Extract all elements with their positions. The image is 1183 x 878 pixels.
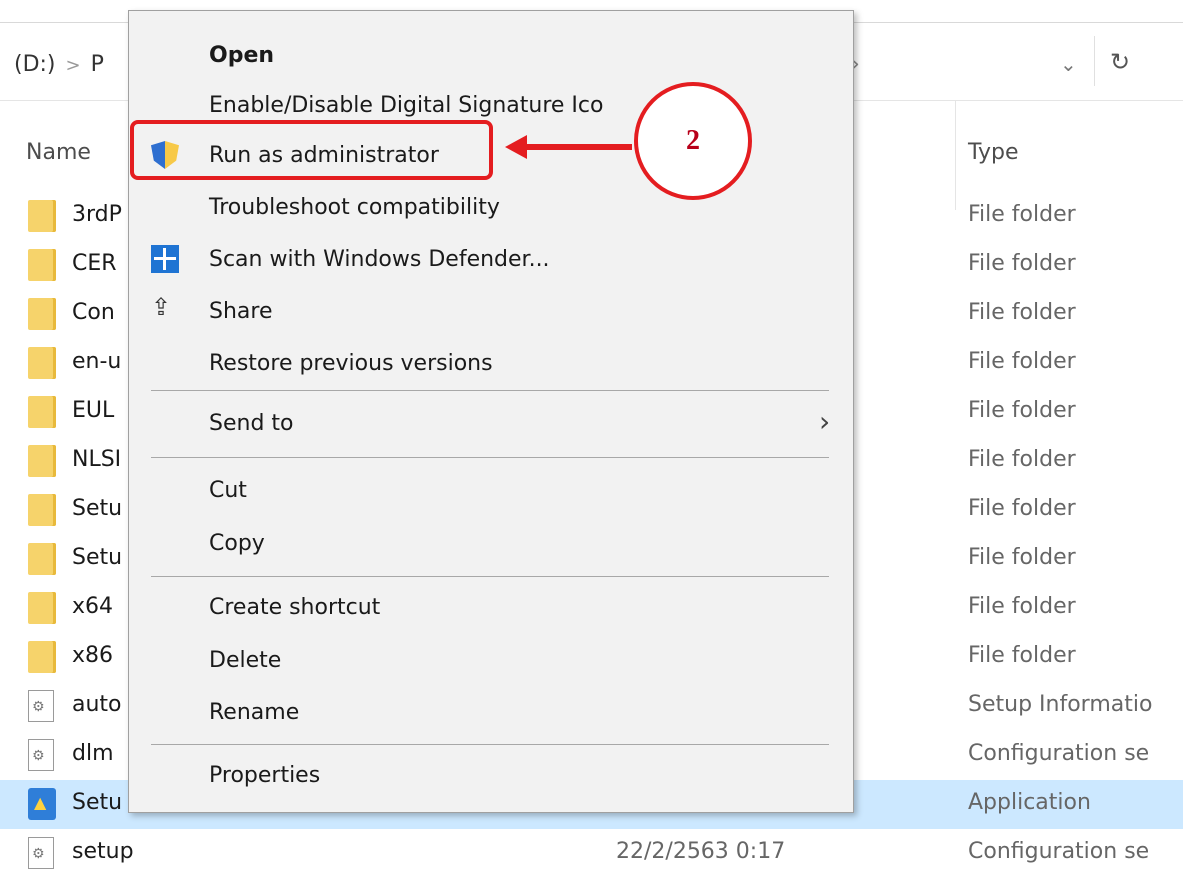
folder-icon xyxy=(28,396,56,428)
menu-item-label: Copy xyxy=(209,531,265,556)
file-type: Application xyxy=(968,790,1091,815)
file-type: File folder xyxy=(968,300,1076,325)
settings-file-icon xyxy=(28,690,54,722)
settings-file-icon xyxy=(28,739,54,771)
file-name: x86 xyxy=(72,643,114,668)
file-type: File folder xyxy=(968,447,1076,472)
annotation-highlight-box xyxy=(130,120,493,180)
menu-item-send-to[interactable]: Send to › xyxy=(129,399,853,449)
annotation-arrow-icon xyxy=(505,135,527,159)
file-type: File folder xyxy=(968,594,1076,619)
breadcrumb-separator: > xyxy=(65,55,81,76)
folder-icon xyxy=(28,200,56,232)
file-explorer: (D:) > P › ⌄ ↻ Name Type 3rdP File folder … xyxy=(0,0,1183,869)
breadcrumb-drive[interactable]: (D:) xyxy=(14,52,56,77)
column-type[interactable]: Type xyxy=(968,140,1019,165)
settings-file-icon xyxy=(28,837,54,869)
menu-item-restore-versions[interactable]: Restore previous versions xyxy=(129,339,853,389)
application-icon xyxy=(28,788,56,820)
folder-icon xyxy=(28,641,56,673)
menu-item-label: Delete xyxy=(209,648,282,673)
file-name: Con xyxy=(72,300,115,325)
menu-item-troubleshoot[interactable]: Troubleshoot compatibility xyxy=(129,183,853,233)
menu-item-label: Troubleshoot compatibility xyxy=(209,195,500,220)
menu-item-label: Restore previous versions xyxy=(209,351,493,376)
menu-separator xyxy=(151,576,829,577)
menu-item-label: Properties xyxy=(209,763,321,788)
file-name: dlm xyxy=(72,741,114,766)
refresh-icon[interactable]: ↻ xyxy=(1110,48,1130,76)
menu-item-properties[interactable]: Properties xyxy=(129,751,853,801)
annotation-arrow-line xyxy=(522,144,632,150)
menu-separator xyxy=(151,744,829,745)
file-name: NLSI xyxy=(72,447,122,472)
folder-icon xyxy=(28,445,56,477)
file-name: en-u xyxy=(72,349,122,374)
menu-item-delete[interactable]: Delete xyxy=(129,636,853,686)
file-type: File folder xyxy=(968,545,1076,570)
address-divider xyxy=(1094,36,1095,86)
menu-item-label: Create shortcut xyxy=(209,595,381,620)
breadcrumb-folder[interactable]: P xyxy=(91,52,104,77)
breadcrumb[interactable]: (D:) > P xyxy=(14,52,104,77)
file-name: x64 xyxy=(72,594,114,619)
folder-icon xyxy=(28,249,56,281)
folder-icon xyxy=(28,298,56,330)
file-name: Setu xyxy=(72,790,123,815)
menu-item-rename[interactable]: Rename xyxy=(129,688,853,738)
file-name: 3rdP xyxy=(72,202,122,227)
chevron-right-icon: › xyxy=(819,405,831,438)
file-name: setup xyxy=(72,839,134,864)
file-name: CER xyxy=(72,251,117,276)
file-type: File folder xyxy=(968,496,1076,521)
file-name: EUL xyxy=(72,398,115,423)
annotation-step-badge: 2 xyxy=(634,82,752,200)
file-type: Configuration se xyxy=(968,741,1150,766)
file-date: 22/2/2563 0:17 xyxy=(616,839,786,864)
file-name: auto xyxy=(72,692,122,717)
list-item[interactable]: setup 22/2/2563 0:17 Configuration se xyxy=(0,829,1183,878)
menu-item-label: Scan with Windows Defender... xyxy=(209,247,550,272)
file-type: File folder xyxy=(968,643,1076,668)
file-type: Configuration se xyxy=(968,839,1150,864)
menu-item-share[interactable]: ⇪ Share xyxy=(129,287,853,337)
menu-item-label: Share xyxy=(209,299,273,324)
menu-item-label: Open xyxy=(209,43,275,68)
chevron-down-icon[interactable]: ⌄ xyxy=(1060,52,1077,76)
menu-item-scan-defender[interactable]: Scan with Windows Defender... xyxy=(129,235,853,285)
file-type: File folder xyxy=(968,202,1076,227)
menu-separator xyxy=(151,457,829,458)
menu-item-label: Rename xyxy=(209,700,300,725)
file-name: Setu xyxy=(72,496,123,521)
folder-icon xyxy=(28,494,56,526)
folder-icon xyxy=(28,543,56,575)
windows-defender-icon xyxy=(151,245,179,273)
file-type: Setup Informatio xyxy=(968,692,1153,717)
menu-item-label: Send to xyxy=(209,411,294,436)
menu-item-create-shortcut[interactable]: Create shortcut xyxy=(129,583,853,633)
file-type: File folder xyxy=(968,398,1076,423)
folder-icon xyxy=(28,592,56,624)
menu-item-open[interactable]: Open xyxy=(129,31,853,81)
share-icon: ⇪ xyxy=(151,293,172,321)
menu-item-label: Cut xyxy=(209,478,247,503)
file-type: File folder xyxy=(968,251,1076,276)
folder-icon xyxy=(28,347,56,379)
column-name[interactable]: Name xyxy=(26,140,91,165)
menu-item-copy[interactable]: Copy xyxy=(129,519,853,569)
file-name: Setu xyxy=(72,545,123,570)
menu-item-cut[interactable]: Cut xyxy=(129,466,853,516)
menu-separator xyxy=(151,390,829,391)
file-type: File folder xyxy=(968,349,1076,374)
menu-item-label: Enable/Disable Digital Signature Ico xyxy=(209,93,604,118)
